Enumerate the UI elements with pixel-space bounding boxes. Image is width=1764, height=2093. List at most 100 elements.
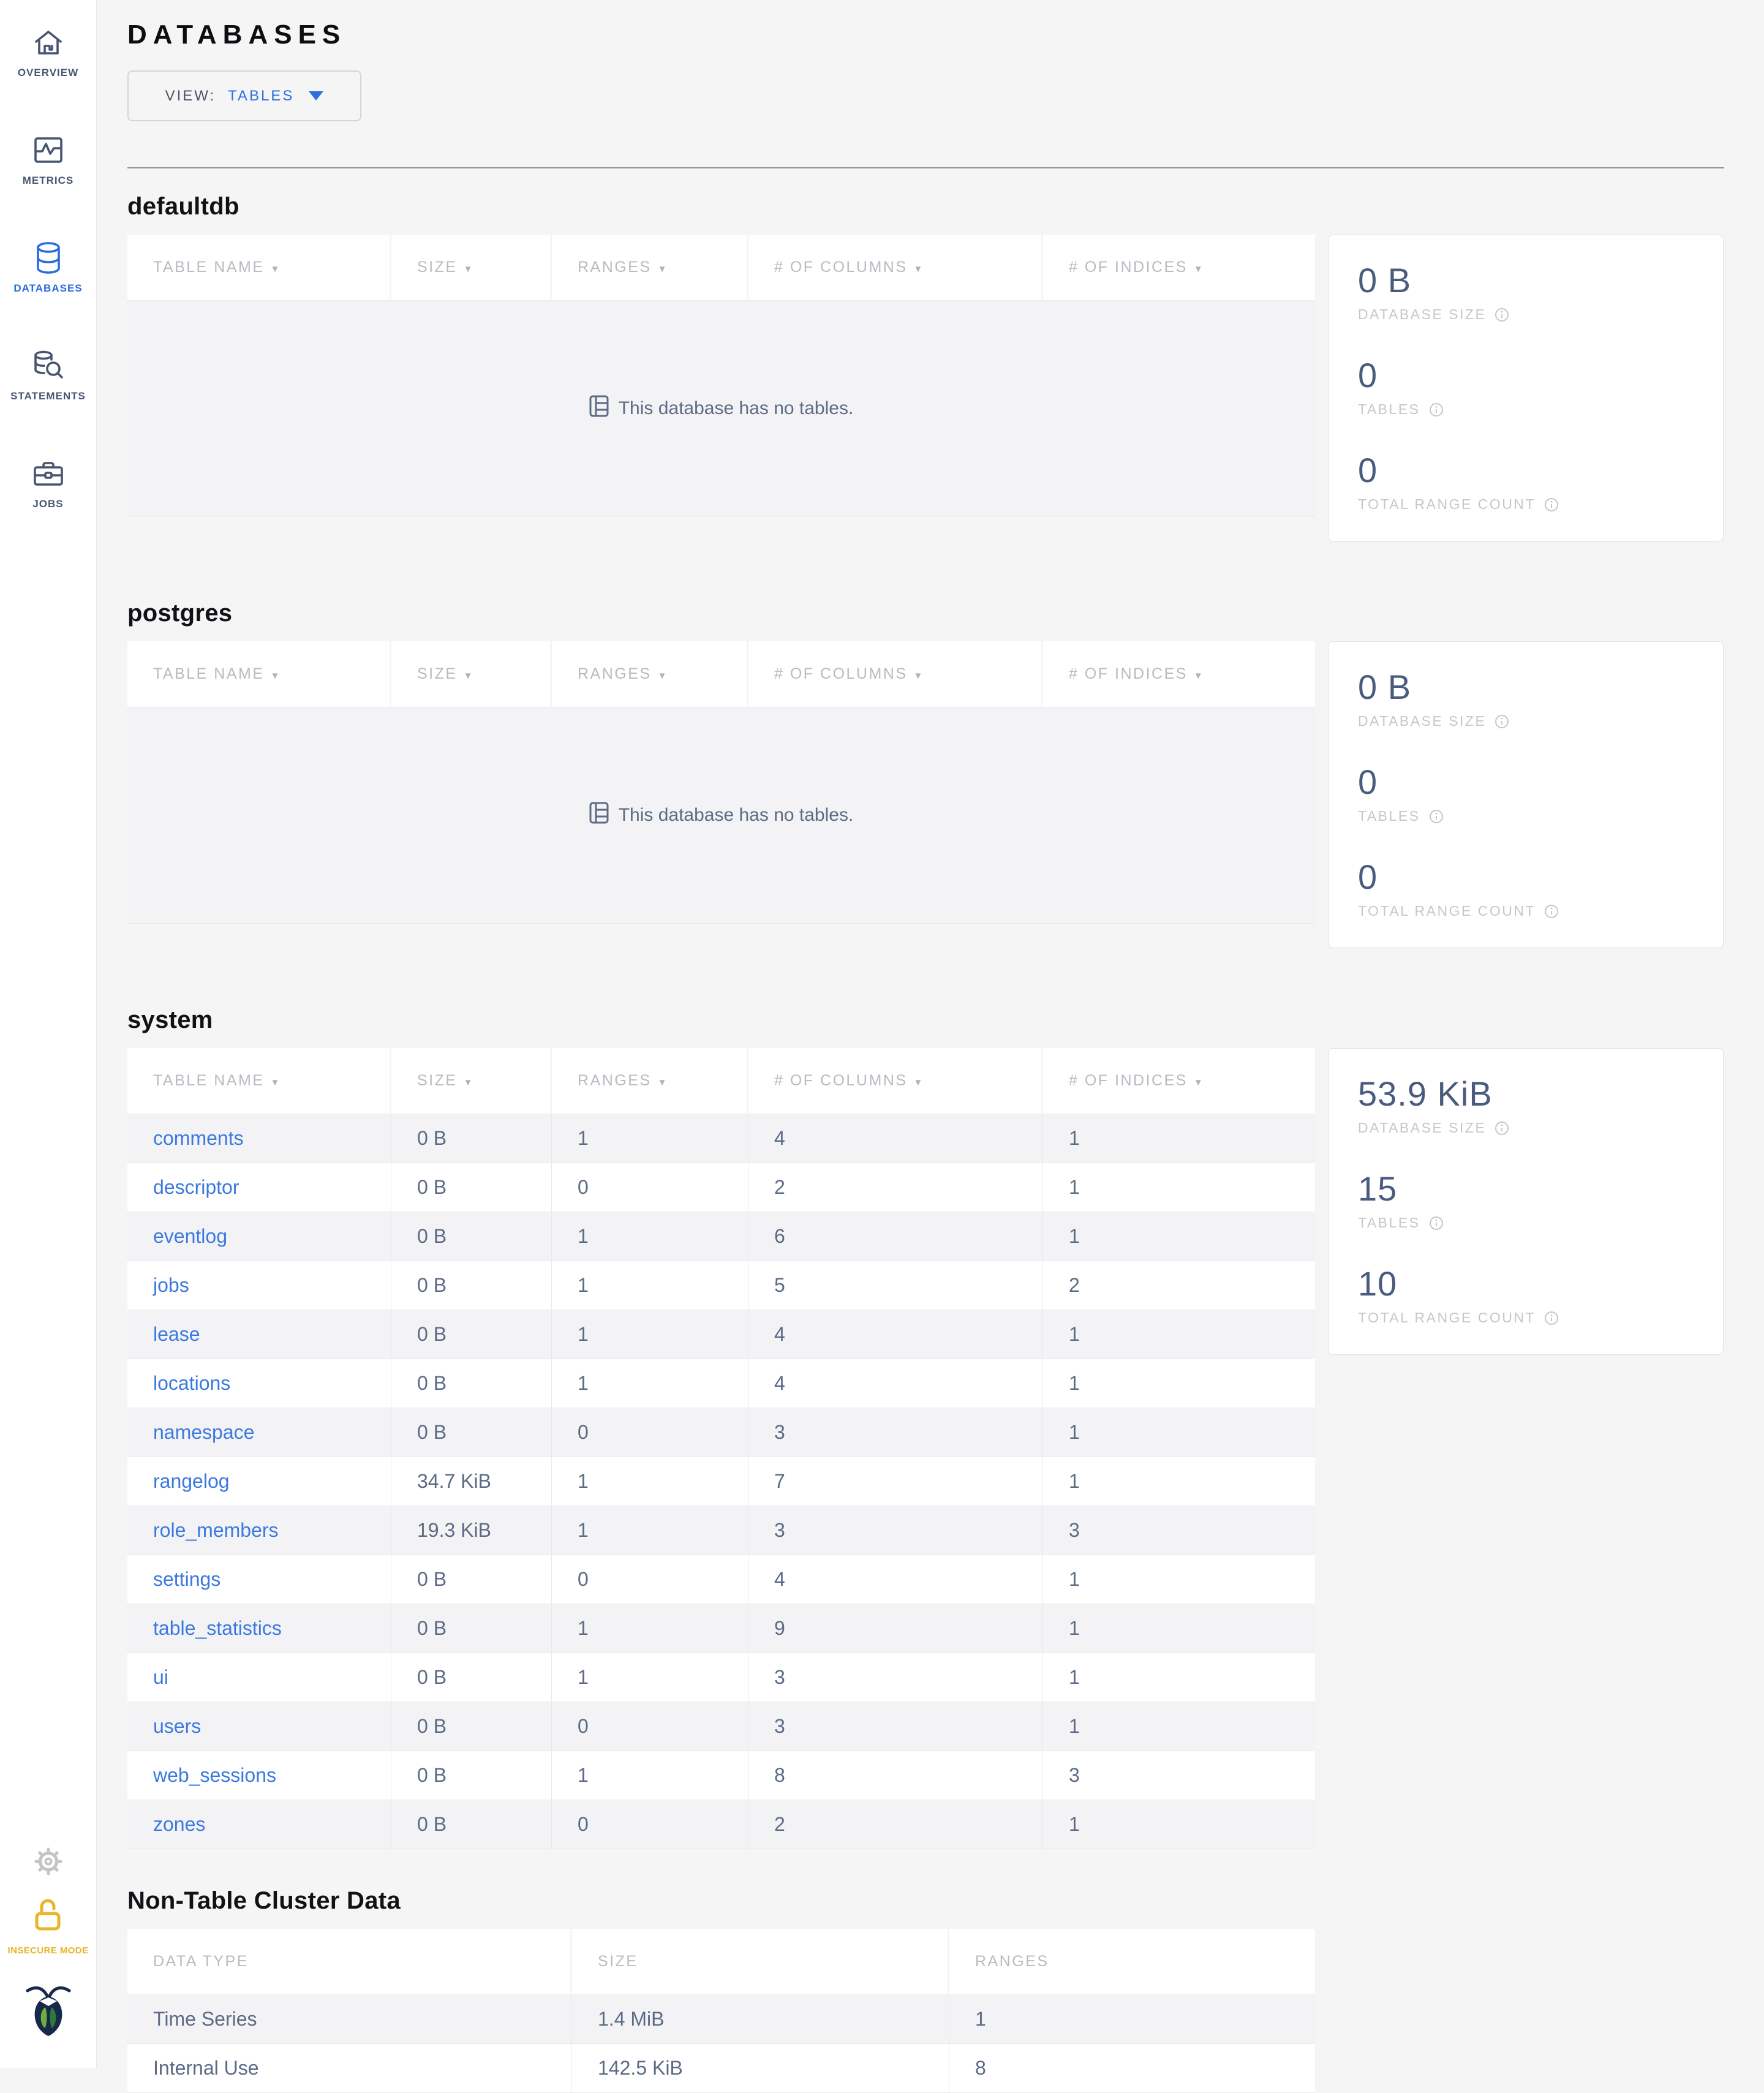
table-name-link[interactable]: ui xyxy=(153,1666,168,1688)
info-icon[interactable] xyxy=(1494,1121,1509,1136)
cell-value: 142.5 KiB xyxy=(572,2044,949,2093)
page-title: DATABASES xyxy=(127,20,347,50)
cell-value: 1 xyxy=(552,1212,748,1261)
range-count-value: 10 xyxy=(1358,1264,1398,1303)
table-header-row: TABLE NAME ▼ SIZE ▼ RANGES ▼ # OF COLUMNS ▼ … xyxy=(127,235,1315,301)
cell-table-name: namespace xyxy=(127,1408,391,1457)
cell-value: 0 xyxy=(552,1800,748,1849)
range-count-value: 0 xyxy=(1358,451,1378,489)
insecure-mode-indicator[interactable]: INSECURE MODE xyxy=(8,1897,89,1956)
column-header-columns[interactable]: # OF COLUMNS ▼ xyxy=(748,1048,1043,1114)
sidebar-nav: OVERVIEW METRICS DATABASES STATEMENTS JO… xyxy=(0,0,96,565)
cell-value: 1.4 MiB xyxy=(572,1995,949,2044)
range-count-label: TOTAL RANGE COUNT xyxy=(1358,496,1536,512)
info-icon[interactable] xyxy=(1429,402,1444,417)
view-dropdown-value: TABLES xyxy=(228,87,295,104)
column-header-indices[interactable]: # OF INDICES ▼ xyxy=(1043,235,1315,301)
column-header-size[interactable]: SIZE ▼ xyxy=(391,1048,552,1114)
table-row: Internal Use 142.5 KiB 8 xyxy=(127,2044,1315,2093)
column-header-ranges[interactable]: RANGES ▼ xyxy=(552,235,748,301)
table-name-link[interactable]: table_statistics xyxy=(153,1617,282,1639)
column-header-table-name[interactable]: TABLE NAME ▼ xyxy=(127,1048,391,1114)
postgres-tables-table: TABLE NAME ▼ SIZE ▼ RANGES ▼ # OF COLUMNS ▼ … xyxy=(127,641,1315,924)
cell-value: 4 xyxy=(748,1310,1043,1359)
cell-value: 0 B xyxy=(391,1114,552,1163)
postgres-stats-card: 0 B DATABASE SIZE 0 TABLES 0 TOTAL RANGE… xyxy=(1328,641,1724,948)
sort-arrow-icon: ▼ xyxy=(1193,1077,1205,1088)
table-name-link[interactable]: users xyxy=(153,1715,201,1737)
tables-count-label: TABLES xyxy=(1358,808,1420,824)
column-header-table-name[interactable]: TABLE NAME ▼ xyxy=(127,641,391,707)
sidebar-item-label: STATEMENTS xyxy=(10,390,86,402)
sidebar-item-overview[interactable]: OVERVIEW xyxy=(0,26,96,134)
sort-arrow-icon: ▼ xyxy=(270,264,281,274)
table-name-link[interactable]: comments xyxy=(153,1127,244,1149)
column-header-size: SIZE xyxy=(572,1929,949,1995)
database-name-heading: defaultdb xyxy=(127,193,239,220)
column-header-table-name[interactable]: TABLE NAME ▼ xyxy=(127,235,391,301)
cell-value: 0 xyxy=(552,1163,748,1212)
sidebar-item-metrics[interactable]: METRICS xyxy=(0,134,96,242)
cell-value: 2 xyxy=(1043,1261,1315,1310)
column-header-size[interactable]: SIZE ▼ xyxy=(391,641,552,707)
sidebar-item-databases[interactable]: DATABASES xyxy=(0,242,96,350)
settings-gear-icon[interactable] xyxy=(34,1847,62,1879)
column-header-columns[interactable]: # OF COLUMNS ▼ xyxy=(748,641,1043,707)
column-header-indices[interactable]: # OF INDICES ▼ xyxy=(1043,641,1315,707)
table-name-link[interactable]: settings xyxy=(153,1568,221,1590)
table-name-link[interactable]: web_sessions xyxy=(153,1764,276,1786)
cell-table-name: table_statistics xyxy=(127,1604,391,1653)
info-icon[interactable] xyxy=(1544,1311,1559,1326)
column-header-columns[interactable]: # OF COLUMNS ▼ xyxy=(748,235,1043,301)
info-icon[interactable] xyxy=(1544,904,1559,919)
cell-value: 1 xyxy=(1043,1359,1315,1408)
cell-value: 1 xyxy=(552,1359,748,1408)
column-header-ranges[interactable]: RANGES ▼ xyxy=(552,641,748,707)
table-name-link[interactable]: descriptor xyxy=(153,1176,239,1198)
empty-message: This database has no tables. xyxy=(618,805,854,825)
table-row: eventlog 0 B161 xyxy=(127,1212,1315,1261)
cell-table-name: web_sessions xyxy=(127,1751,391,1800)
view-dropdown[interactable]: VIEW: TABLES xyxy=(127,70,361,121)
info-icon[interactable] xyxy=(1429,1216,1444,1231)
table-row: comments 0 B141 xyxy=(127,1114,1315,1163)
info-icon[interactable] xyxy=(1494,307,1509,322)
empty-state: This database has no tables. xyxy=(127,707,1315,924)
sort-arrow-icon: ▼ xyxy=(657,671,668,681)
info-icon[interactable] xyxy=(1494,714,1509,729)
sidebar-item-jobs[interactable]: JOBS xyxy=(0,458,96,565)
table-row: ui 0 B131 xyxy=(127,1653,1315,1702)
sidebar-item-statements[interactable]: STATEMENTS xyxy=(0,350,96,458)
info-icon[interactable] xyxy=(1544,497,1559,512)
table-name-link[interactable]: locations xyxy=(153,1372,230,1394)
table-name-link[interactable]: zones xyxy=(153,1813,205,1835)
cell-value: 1 xyxy=(1043,1163,1315,1212)
table-header-row: TABLE NAME ▼ SIZE ▼ RANGES ▼ # OF COLUMNS ▼ … xyxy=(127,641,1315,707)
cell-value: 1 xyxy=(552,1261,748,1310)
table-grid-icon xyxy=(589,802,609,829)
table-name-link[interactable]: rangelog xyxy=(153,1470,230,1492)
info-icon[interactable] xyxy=(1429,809,1444,824)
sidebar-bottom: INSECURE MODE xyxy=(0,1847,96,2068)
cell-value: 4 xyxy=(748,1555,1043,1604)
sort-arrow-icon: ▼ xyxy=(657,264,668,274)
table-header-row: TABLE NAME ▼ SIZE ▼ RANGES ▼ # OF COLUMNS ▼ … xyxy=(127,1048,1315,1114)
column-header-ranges[interactable]: RANGES ▼ xyxy=(552,1048,748,1114)
sort-arrow-icon: ▼ xyxy=(1193,264,1205,274)
table-name-link[interactable]: jobs xyxy=(153,1274,189,1296)
header-divider xyxy=(127,167,1724,168)
column-header-indices[interactable]: # OF INDICES ▼ xyxy=(1043,1048,1315,1114)
cell-table-name: lease xyxy=(127,1310,391,1359)
table-name-link[interactable]: namespace xyxy=(153,1421,254,1443)
table-name-link[interactable]: eventlog xyxy=(153,1225,227,1247)
sidebar-item-label: DATABASES xyxy=(13,282,83,294)
empty-message: This database has no tables. xyxy=(618,398,854,418)
table-name-link[interactable]: role_members xyxy=(153,1519,279,1541)
system-stats-card: 53.9 KiB DATABASE SIZE 15 TABLES 10 TOTA… xyxy=(1328,1048,1724,1355)
cell-table-name: comments xyxy=(127,1114,391,1163)
column-header-size[interactable]: SIZE ▼ xyxy=(391,235,552,301)
cell-table-name: users xyxy=(127,1702,391,1751)
cell-value: 0 B xyxy=(391,1163,552,1212)
cell-value: 0 xyxy=(552,1408,748,1457)
table-name-link[interactable]: lease xyxy=(153,1323,200,1345)
